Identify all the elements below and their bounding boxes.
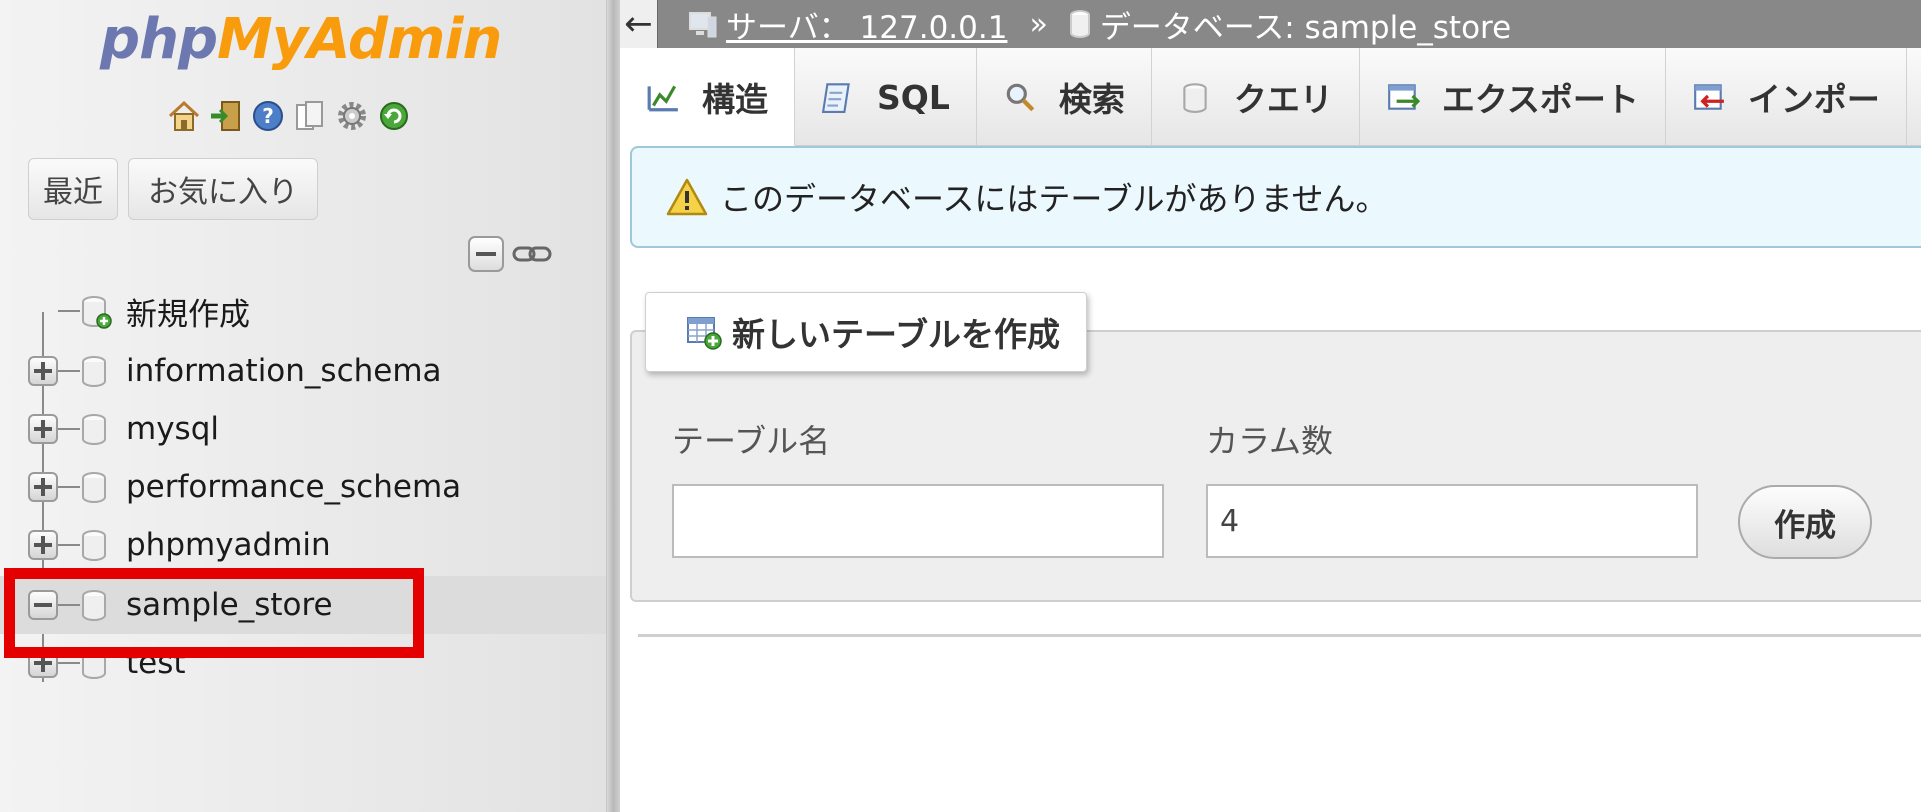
svg-text:?: ?	[262, 104, 274, 128]
tree-item-information-schema[interactable]: information_schema	[0, 342, 606, 400]
tree-branch-line	[58, 310, 80, 312]
search-icon	[1006, 83, 1035, 112]
warning-icon	[666, 178, 708, 216]
tree-branch-line	[58, 662, 80, 664]
database-icon	[82, 472, 106, 503]
column-count-label: カラム数	[1206, 422, 1334, 460]
expand-icon[interactable]	[28, 414, 58, 444]
tab-label: インポー	[1747, 80, 1880, 119]
breadcrumb-separator: »	[1029, 6, 1048, 42]
tree-item-new[interactable]: 新規作成	[0, 282, 606, 340]
link-with-main-icon[interactable]	[512, 244, 552, 264]
create-table-legend: 新しいテーブルを作成	[645, 292, 1087, 372]
tree-item-label[interactable]: performance_schema	[126, 469, 461, 505]
tree-branch-line	[58, 370, 80, 372]
tree-item-phpmyadmin[interactable]: phpmyadmin	[0, 516, 606, 574]
table-name-input[interactable]	[672, 484, 1164, 558]
tab-structure[interactable]: 構造	[620, 48, 795, 146]
new-table-icon	[687, 317, 722, 350]
nav-resizer-handle[interactable]	[606, 0, 620, 812]
structure-icon	[647, 85, 678, 111]
phpmyadmin-logo[interactable]: phpMyAdmin	[100, 2, 520, 78]
tree-item-label[interactable]: information_schema	[126, 353, 442, 389]
tree-item-label[interactable]: 新規作成	[126, 289, 250, 334]
tree-item-performance-schema[interactable]: performance_schema	[0, 458, 606, 516]
export-icon	[1387, 84, 1420, 110]
tree-item-label[interactable]: phpmyadmin	[126, 527, 331, 563]
tab-export[interactable]: エクスポート	[1360, 48, 1666, 146]
sql-icon	[821, 83, 850, 113]
tab-label: SQL	[877, 77, 950, 117]
create-table-legend-label: 新しいテーブルを作成	[732, 315, 1061, 354]
import-icon	[1694, 84, 1724, 110]
help-icon[interactable]: ?	[250, 98, 286, 134]
tab-search[interactable]: 検索	[977, 48, 1152, 146]
tree-item-label[interactable]: mysql	[126, 411, 219, 447]
breadcrumb-server[interactable]: サーバ： 127.0.0.1	[688, 2, 1007, 47]
database-icon	[1069, 10, 1090, 38]
tab-label: エクスポート	[1441, 80, 1639, 119]
breadcrumb-database-label[interactable]: データベース: sample_store	[1100, 2, 1511, 47]
navigation-panel: phpMyAdmin ? 最近 お気に入り 新規作成 information_sc…	[0, 0, 614, 812]
content-divider	[638, 634, 1921, 637]
breadcrumb: ← サーバ： 127.0.0.1 » データベース: sample_store	[620, 0, 1921, 48]
settings-icon[interactable]	[334, 98, 370, 134]
tree-branch-line	[58, 486, 80, 488]
recent-button[interactable]: 最近	[28, 158, 118, 220]
expand-icon[interactable]	[28, 530, 58, 560]
database-icon	[82, 356, 106, 387]
breadcrumb-server-label[interactable]: サーバ： 127.0.0.1	[726, 2, 1007, 47]
tab-import[interactable]: インポー	[1666, 48, 1907, 146]
collapse-all-icon[interactable]	[468, 236, 504, 272]
database-icon	[82, 414, 106, 445]
tree-branch-line	[58, 544, 80, 546]
favorites-button[interactable]: お気に入り	[128, 158, 318, 220]
expand-icon[interactable]	[28, 356, 58, 386]
tab-sql[interactable]: SQL	[795, 48, 977, 146]
new-database-icon	[82, 296, 112, 329]
home-icon[interactable]	[166, 98, 202, 134]
tree-branch-line	[58, 428, 80, 430]
table-name-label: テーブル名	[672, 422, 831, 460]
annotation-highlight-box	[4, 568, 424, 658]
tab-label: 構造	[702, 79, 768, 119]
server-icon	[689, 12, 717, 38]
column-count-input[interactable]	[1206, 484, 1698, 558]
tab-label: クエリ	[1233, 80, 1333, 119]
expand-icon[interactable]	[28, 472, 58, 502]
main-tabs: 構造 SQL 検索 クエリ エクスポート インポー	[620, 48, 1921, 146]
query-icon	[1183, 83, 1207, 113]
create-button[interactable]: 作成	[1738, 485, 1872, 559]
tab-query[interactable]: クエリ	[1152, 48, 1360, 146]
breadcrumb-database[interactable]: データベース: sample_store	[1068, 2, 1511, 47]
no-tables-notice: このデータベースにはテーブルがありません。	[630, 146, 1921, 248]
database-icon	[82, 530, 106, 561]
docs-icon[interactable]	[292, 98, 328, 134]
back-arrow-icon[interactable]: ←	[620, 0, 658, 48]
nav-icon-bar: ?	[166, 98, 412, 138]
tree-item-mysql[interactable]: mysql	[0, 400, 606, 458]
reload-icon[interactable]	[376, 98, 412, 134]
tab-label: 検索	[1058, 80, 1125, 119]
notice-text: このデータベースにはテーブルがありません。	[720, 180, 1388, 218]
logout-icon[interactable]	[208, 98, 244, 134]
